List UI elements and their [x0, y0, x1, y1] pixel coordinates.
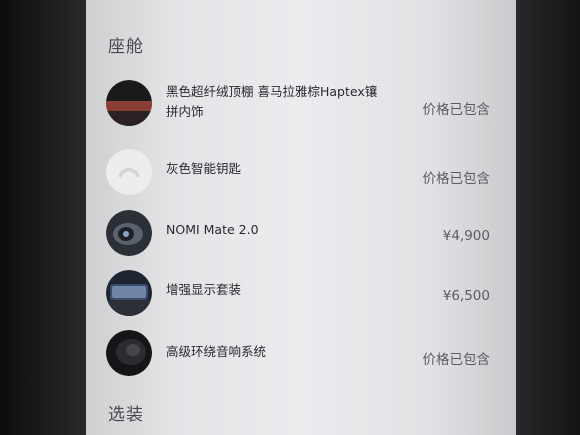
option-name: 高级环绕音响系统	[166, 344, 267, 359]
option-row-display-pack[interactable]: 增强显示套装 ¥6,500	[86, 264, 516, 320]
option-price: 价格已包含	[422, 352, 491, 368]
option-row-smart-key[interactable]: 灰色智能钥匙 价格已包含	[86, 143, 516, 199]
option-price: 价格已包含	[422, 171, 491, 187]
option-price: ¥4,900	[442, 228, 490, 244]
device-bezel-left	[0, 0, 88, 435]
device-bezel-right	[510, 0, 580, 435]
display-screen-icon	[106, 270, 152, 316]
option-name: 增强显示套装	[166, 282, 242, 297]
nomi-mate-device-icon	[106, 210, 152, 256]
option-row-interior[interactable]: 黑色超纤绒顶棚 喜马拉雅棕Haptex镶拼内饰 价格已包含	[86, 74, 516, 130]
option-name: NOMI Mate 2.0	[166, 222, 259, 237]
options-section-title: 选装	[108, 405, 144, 425]
option-row-audio[interactable]: 高级环绕音响系统 价格已包含	[86, 324, 516, 380]
option-row-nomi-mate[interactable]: NOMI Mate 2.0 ¥4,900	[86, 204, 516, 260]
option-name: 灰色智能钥匙	[166, 161, 242, 176]
cabin-section-title: 座舱	[108, 37, 144, 57]
config-screen: 座舱 黑色超纤绒顶棚 喜马拉雅棕Haptex镶拼内饰 价格已包含 灰色智能钥匙 …	[86, 0, 516, 435]
option-name: 黑色超纤绒顶棚 喜马拉雅棕Haptex镶拼内饰	[166, 84, 378, 119]
option-price: ¥6,500	[442, 288, 490, 304]
option-price: 价格已包含	[422, 102, 491, 118]
speaker-icon	[106, 330, 152, 376]
interior-trim-swatch-icon	[106, 80, 152, 126]
smart-key-icon	[106, 149, 152, 195]
